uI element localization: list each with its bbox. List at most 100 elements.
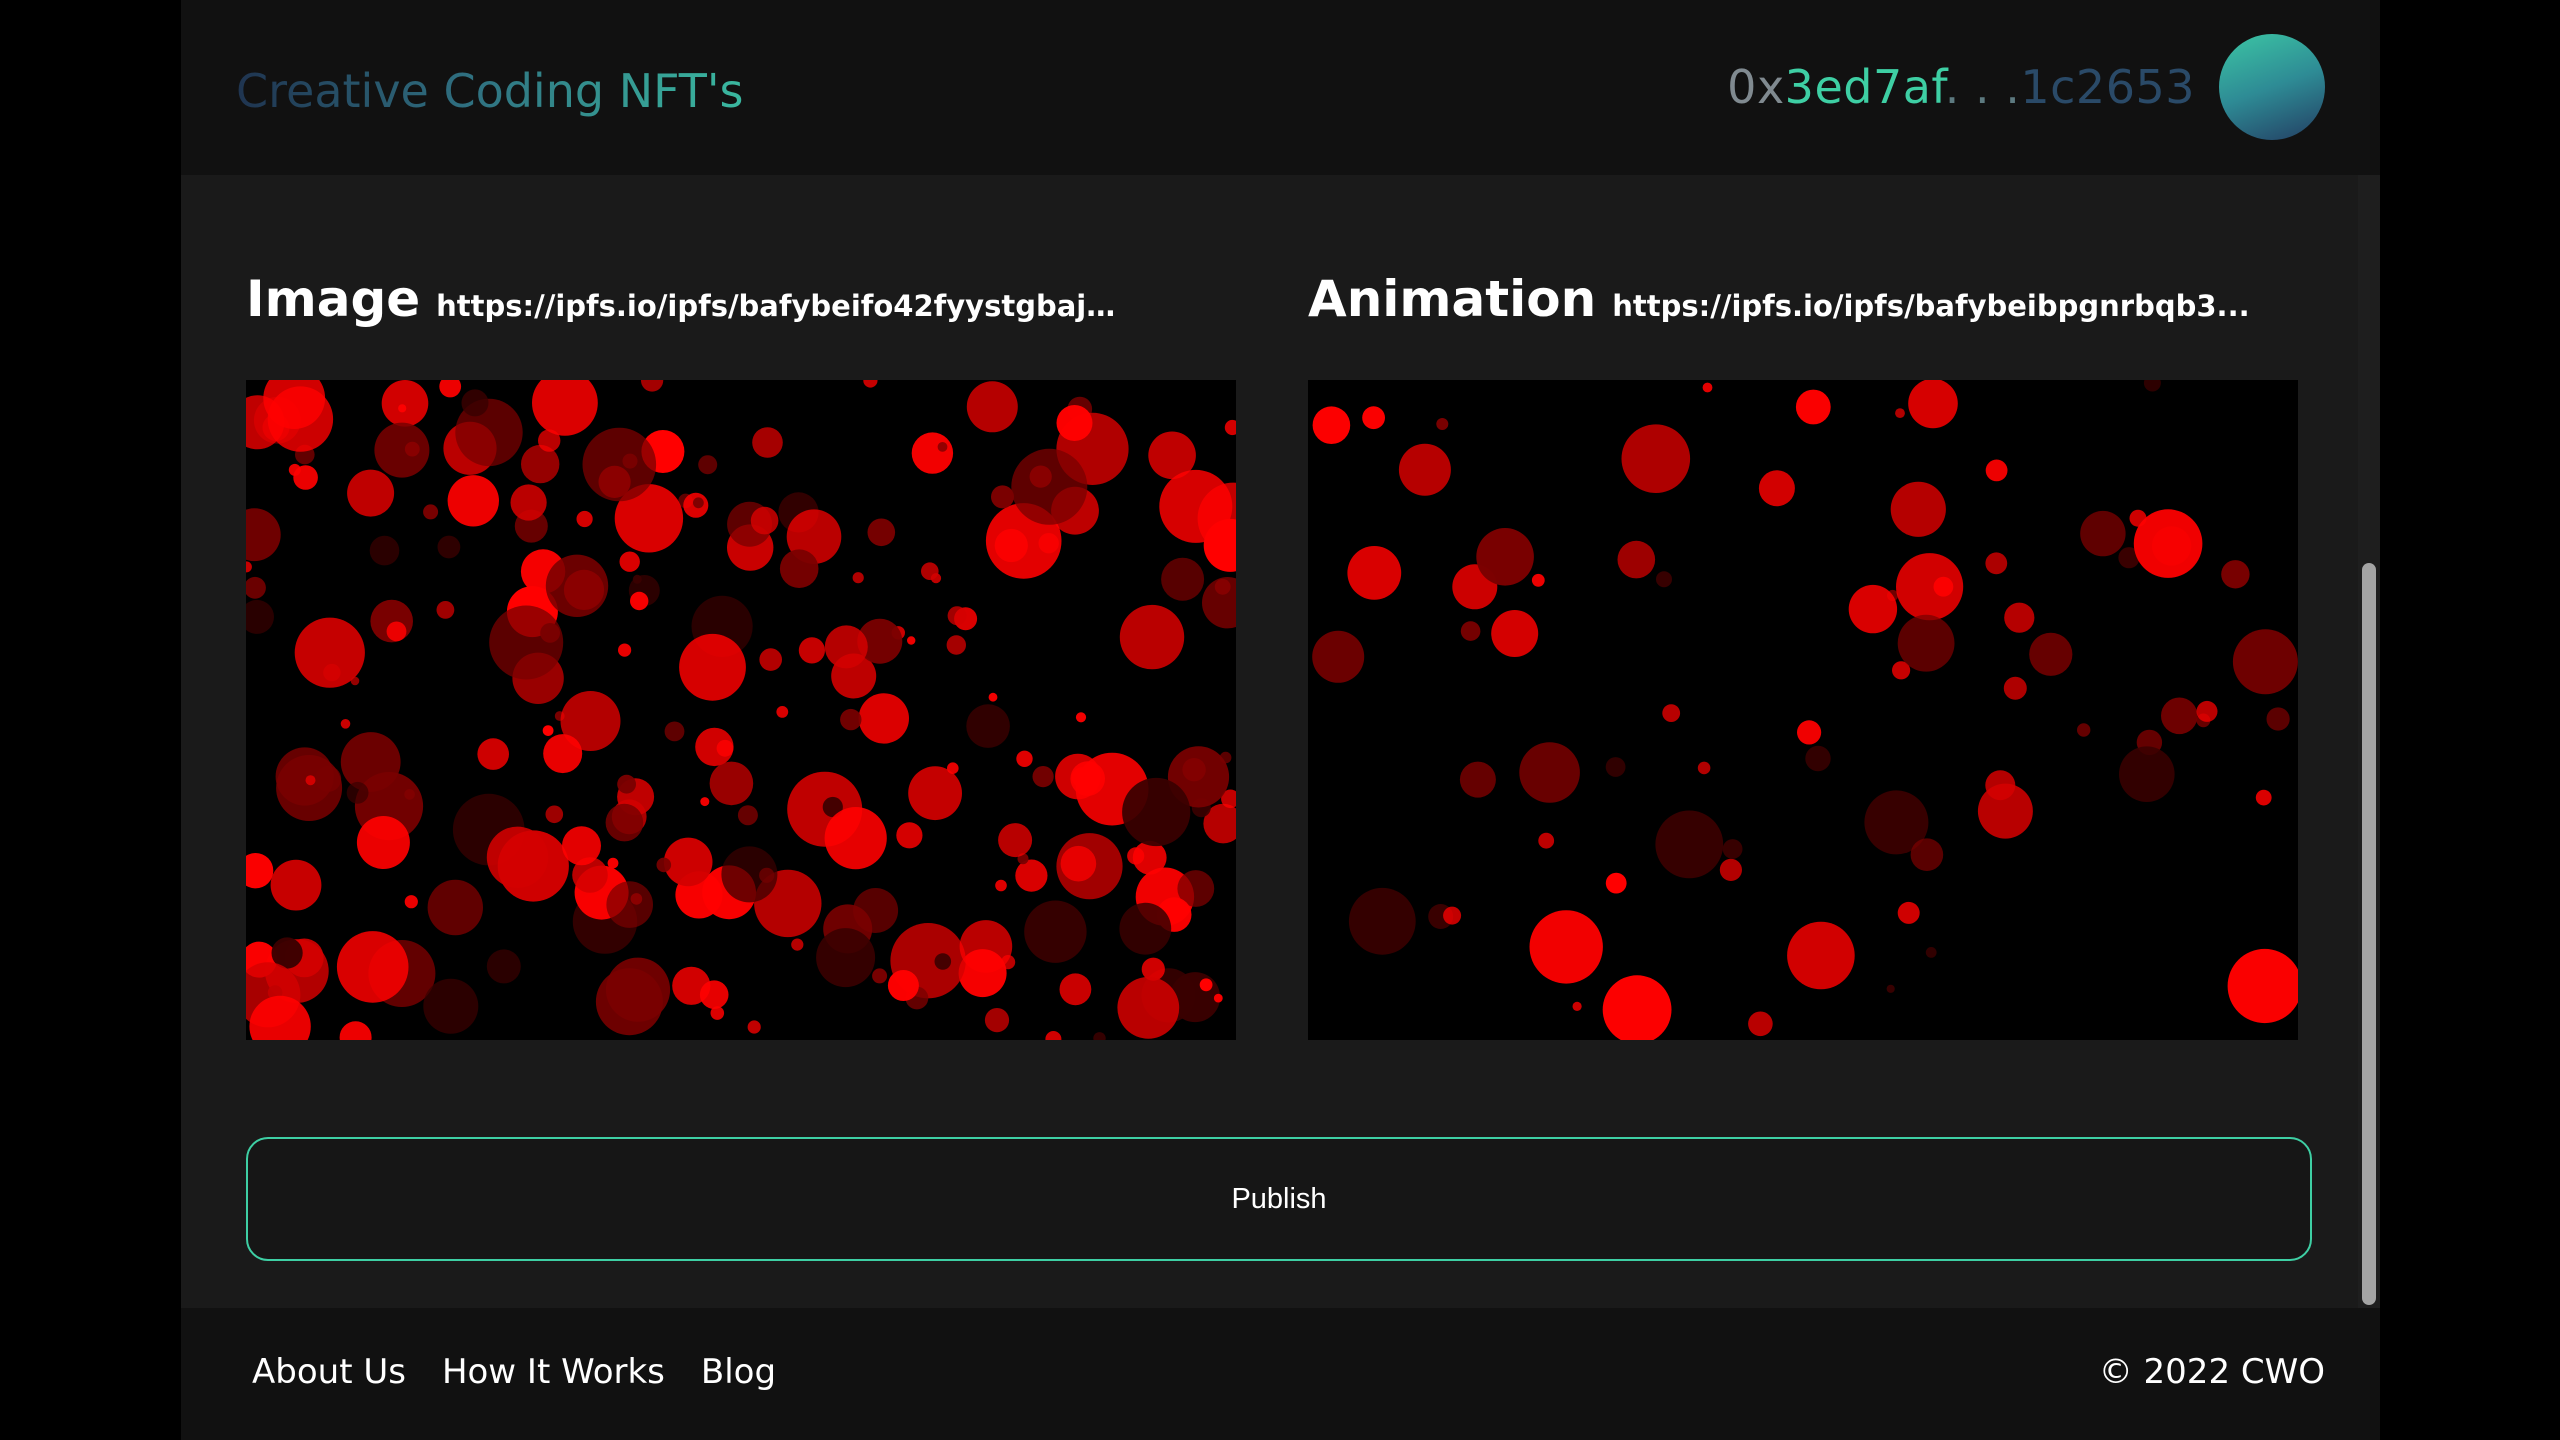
art-dot: [641, 380, 664, 392]
art-dot: [2232, 629, 2298, 695]
art-dot: [486, 949, 521, 984]
art-dot: [994, 528, 1028, 563]
art-dot: [437, 535, 461, 559]
art-dot: [576, 510, 593, 528]
art-dot: [858, 693, 909, 744]
art-dot: [824, 807, 887, 870]
art-dot: [606, 881, 653, 928]
art-dot: [863, 380, 878, 388]
art-dot: [270, 859, 322, 911]
scrollbar[interactable]: [2358, 175, 2380, 1308]
art-dot: [1202, 577, 1236, 629]
image-url[interactable]: https://ipfs.io/ipfs/bafybeifo42fyystgba…: [436, 289, 1136, 323]
art-dot: [907, 636, 916, 645]
art-dot: [336, 931, 409, 1003]
art-dot: [1897, 901, 1920, 924]
art-dot: [1719, 858, 1742, 881]
art-dot: [369, 535, 400, 566]
art-dot: [294, 617, 365, 688]
art-dot: [1895, 408, 1905, 418]
art-dot: [1119, 604, 1185, 670]
art-dot: [439, 380, 462, 398]
image-label: Image: [246, 270, 421, 328]
art-dot: [872, 968, 888, 984]
art-dot: [991, 485, 1014, 509]
art-dot: [1436, 418, 1449, 430]
art-dot: [1059, 973, 1092, 1006]
art-dot: [436, 601, 455, 619]
footer-link-how-it-works[interactable]: How It Works: [442, 1352, 665, 1392]
art-dot: [1621, 424, 1691, 493]
art-dot: [1908, 380, 1958, 429]
art-dot: [618, 643, 632, 657]
art-dot: [1024, 900, 1087, 963]
app-window: Creative Coding NFT's 0x3ed7af. . .1c265…: [181, 0, 2380, 1440]
art-dot: [605, 803, 644, 842]
art-dot: [1748, 1011, 1773, 1037]
footer-link-blog[interactable]: Blog: [701, 1352, 776, 1392]
art-dot: [1491, 610, 1539, 657]
art-dot: [532, 380, 598, 436]
art-dot: [887, 970, 919, 1001]
art-dot: [1985, 459, 2008, 482]
art-dot: [477, 738, 509, 770]
art-dot: [1093, 1032, 1106, 1040]
scrollbar-thumb[interactable]: [2362, 563, 2376, 1305]
art-dot: [1224, 419, 1236, 436]
art-dot: [1656, 571, 1672, 588]
art-dot: [710, 1006, 725, 1020]
art-dot: [1398, 443, 1451, 496]
art-dot: [605, 957, 671, 1022]
art-dot: [672, 966, 711, 1005]
art-dot: [562, 826, 601, 866]
art-dot: [305, 775, 316, 786]
art-dot: [1011, 448, 1088, 525]
wallet-connect[interactable]: 0x3ed7af. . .1c2653: [1727, 34, 2325, 140]
footer: About Us How It Works Blog © 2022 CWO: [181, 1308, 2380, 1440]
art-dot: [404, 895, 418, 909]
art-dot: [2119, 746, 2175, 802]
art-dot: [1362, 406, 1385, 430]
footer-link-about-us[interactable]: About Us: [252, 1352, 406, 1392]
art-dot: [2077, 723, 2091, 737]
brand-title[interactable]: Creative Coding NFT's: [236, 59, 743, 123]
art-dot: [759, 648, 782, 671]
art-dot: [2196, 700, 2218, 722]
art-dot: [2129, 509, 2147, 527]
art-dot: [1213, 993, 1223, 1003]
address-start: 3ed7af: [1784, 60, 1945, 114]
art-dot: [1805, 745, 1831, 772]
art-dot: [896, 822, 923, 849]
art-dot: [853, 888, 899, 933]
image-panel: Image https://ipfs.io/ipfs/bafybeifo42fy…: [246, 270, 1236, 1040]
avatar[interactable]: [2219, 34, 2325, 140]
art-dot: [867, 518, 896, 547]
image-title: Image https://ipfs.io/ipfs/bafybeifo42fy…: [246, 270, 1236, 340]
art-dot: [461, 389, 489, 417]
art-dot: [1117, 976, 1180, 1039]
art-dot: [937, 442, 948, 452]
art-dot: [1897, 614, 1955, 672]
wallet-address[interactable]: 0x3ed7af. . .1c2653: [1727, 60, 2195, 114]
art-dot: [816, 928, 876, 988]
art-dot: [1312, 630, 1365, 683]
art-dot: [737, 805, 758, 826]
art-dot: [966, 381, 1018, 433]
art-dot: [582, 427, 657, 502]
art-dot: [510, 484, 547, 521]
art-dot: [1602, 975, 1672, 1040]
art-dot: [1529, 910, 1603, 984]
publish-button[interactable]: Publish: [246, 1137, 2312, 1261]
art-dot: [1348, 887, 1416, 955]
art-dot: [542, 725, 554, 736]
art-dot: [1531, 573, 1545, 587]
art-dot: [1045, 1031, 1062, 1040]
art-dot: [356, 816, 410, 869]
art-dot: [632, 574, 642, 584]
art-dot: [946, 635, 966, 655]
art-dot: [1722, 839, 1743, 859]
animation-url[interactable]: https://ipfs.io/ipfs/bafybeibpgnrbqb3...: [1612, 289, 2249, 323]
art-dot: [1848, 584, 1898, 634]
art-dot: [664, 721, 685, 742]
art-dot: [1605, 757, 1626, 777]
